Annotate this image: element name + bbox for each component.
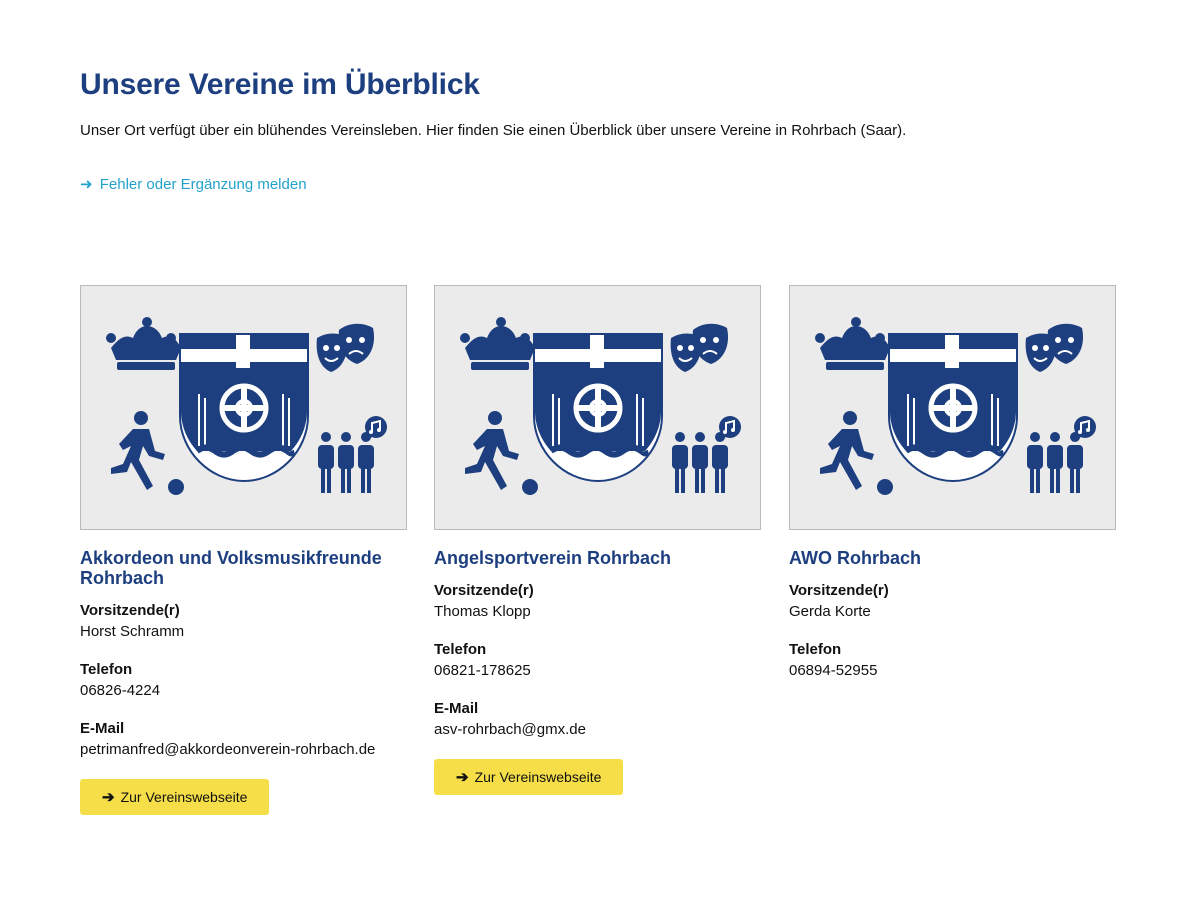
report-error-link[interactable]: ➜ Fehler oder Ergänzung melden	[80, 175, 307, 193]
soccer-player-icon	[465, 411, 538, 495]
chair-label: Vorsitzende(r)	[789, 582, 889, 599]
phone-label: Telefon	[80, 661, 133, 678]
jester-hat-icon	[460, 317, 535, 370]
email-label: E-Mail	[80, 720, 125, 737]
arrow-right-icon: ➔	[456, 769, 469, 786]
phone-value: 06894-52955	[789, 662, 878, 679]
arrow-right-icon: ➔	[102, 789, 115, 806]
theater-masks-icon	[1025, 323, 1084, 372]
jester-hat-icon	[106, 317, 181, 370]
website-button[interactable]: ➔ Zur Vereinswebseite	[434, 759, 624, 795]
chair-label: Vorsitzende(r)	[80, 602, 180, 619]
phone-label: Telefon	[789, 641, 842, 658]
club-image	[80, 285, 407, 530]
club-card: Akkordeon und Volksmusikfreunde Rohrbach…	[80, 285, 407, 815]
soccer-player-icon	[820, 411, 893, 495]
chair-field: Vorsitzende(r) Thomas Klopp	[434, 582, 761, 621]
phone-field: Telefon 06894-52955	[789, 641, 1116, 680]
coat-of-arms-icon	[533, 333, 663, 483]
club-name: Akkordeon und Volksmusikfreunde Rohrbach	[80, 548, 382, 588]
email-field: E-Mail petrimanfred@akkordeonverein-rohr…	[80, 720, 407, 759]
email-value: asv-rohrbach@gmx.de	[434, 721, 586, 738]
chair-field: Vorsitzende(r) Horst Schramm	[80, 602, 407, 641]
email-label: E-Mail	[434, 700, 479, 717]
chair-field: Vorsitzende(r) Gerda Korte	[789, 582, 1116, 621]
chair-value: Thomas Klopp	[434, 603, 531, 620]
report-error-label: Fehler oder Ergänzung melden	[99, 176, 307, 193]
theater-masks-icon	[316, 323, 375, 372]
club-card: AWO Rohrbach Vorsitzende(r) Gerda Korte …	[789, 285, 1116, 680]
email-field: E-Mail asv-rohrbach@gmx.de	[434, 700, 761, 739]
website-button[interactable]: ➔ Zur Vereinswebseite	[80, 779, 270, 815]
coat-of-arms-icon	[888, 333, 1018, 483]
page: Unsere Vereine im Überblick Unser Ort ve…	[0, 0, 1200, 900]
arrow-right-icon: ➜	[80, 176, 93, 193]
email-value: petrimanfred@akkordeonverein-rohrbach.de	[80, 741, 376, 758]
phone-value: 06826-4224	[80, 682, 161, 699]
coat-of-arms-icon	[179, 333, 309, 483]
choir-icon	[672, 416, 741, 493]
phone-field: Telefon 06821-178625	[434, 641, 761, 680]
club-name: AWO Rohrbach	[789, 548, 922, 568]
soccer-player-icon	[111, 411, 184, 495]
phone-label: Telefon	[434, 641, 487, 658]
chair-value: Horst Schramm	[80, 623, 185, 640]
club-image	[789, 285, 1116, 530]
phone-field: Telefon 06826-4224	[80, 661, 407, 700]
choir-icon	[318, 416, 387, 493]
website-button-label: Zur Vereinswebseite	[474, 769, 602, 785]
club-card: Angelsportverein Rohrbach Vorsitzende(r)…	[434, 285, 761, 795]
page-title: Unsere Vereine im Überblick	[80, 68, 480, 101]
chair-label: Vorsitzende(r)	[434, 582, 534, 599]
page-intro: Unser Ort verfügt über ein blühendes Ver…	[80, 122, 907, 139]
website-button-label: Zur Vereinswebseite	[120, 789, 248, 805]
club-name: Angelsportverein Rohrbach	[434, 548, 672, 568]
choir-icon	[1027, 416, 1096, 493]
jester-hat-icon	[815, 317, 890, 370]
phone-value: 06821-178625	[434, 662, 531, 679]
chair-value: Gerda Korte	[789, 603, 871, 620]
club-image	[434, 285, 761, 530]
theater-masks-icon	[670, 323, 729, 372]
